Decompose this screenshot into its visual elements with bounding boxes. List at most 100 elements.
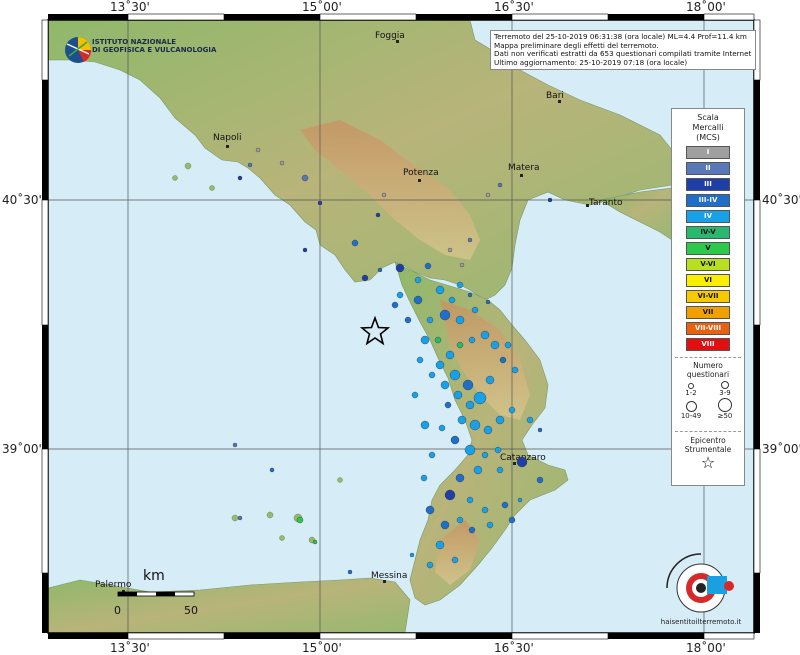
questionnaire-point bbox=[237, 515, 243, 521]
city-taranto: Taranto bbox=[588, 198, 623, 208]
questionnaire-point bbox=[464, 444, 476, 456]
questionnaire-point bbox=[496, 466, 504, 474]
scale-bar bbox=[117, 591, 195, 597]
size-1-2: 1-2 bbox=[674, 383, 708, 397]
questionari-sizes: 1-2 3-9 10-49 ≥50 bbox=[672, 379, 744, 425]
questionnaire-point bbox=[391, 301, 399, 309]
right-label-4030: 40˚30' bbox=[762, 192, 800, 207]
questionnaire-point bbox=[426, 316, 434, 324]
questionnaire-point bbox=[449, 369, 461, 381]
questionnaire-point bbox=[435, 540, 445, 550]
questionnaire-point bbox=[480, 330, 490, 340]
questionnaire-point bbox=[237, 175, 243, 181]
questionnaire-point bbox=[497, 182, 503, 188]
size-1-2-label: 1-2 bbox=[685, 389, 697, 397]
questionnaire-point bbox=[425, 505, 435, 515]
questionnaire-point bbox=[490, 340, 500, 350]
questionnaire-point bbox=[416, 356, 424, 364]
event-info-box: Terremoto del 25-10-2019 06:31:38 (ora l… bbox=[490, 30, 756, 71]
bottom-label-1500: 15˚00' bbox=[302, 640, 342, 655]
questionari-title-line2: questionari bbox=[686, 370, 730, 379]
epicentro-title: Epicentro Strumentale bbox=[672, 436, 744, 454]
questionnaire-point bbox=[467, 237, 473, 243]
questionnaire-point bbox=[456, 516, 464, 524]
questionnaire-point bbox=[409, 552, 415, 558]
questionnaire-point bbox=[428, 451, 436, 459]
ingv-name-line1: ISTITUTO NAZIONALE bbox=[92, 38, 177, 46]
questionnaire-point bbox=[465, 400, 475, 410]
questionnaire-point bbox=[447, 247, 453, 253]
questionnaire-point bbox=[438, 424, 446, 432]
questionnaire-point bbox=[424, 262, 432, 270]
legend-title-line1: Scala bbox=[697, 113, 719, 122]
mcs-level-11: VII-VIII bbox=[686, 322, 730, 335]
questionari-title-line1: Numero bbox=[693, 361, 723, 370]
questionnaire-point bbox=[448, 296, 456, 304]
scale-start: 0 bbox=[114, 604, 121, 617]
mcs-level-7: V-VI bbox=[686, 258, 730, 271]
event-info-line3: Dati non verificati estratti da 653 ques… bbox=[494, 50, 752, 59]
questionnaire-point bbox=[428, 371, 436, 379]
questionnaire-point bbox=[347, 569, 353, 575]
legend-panel: Scala Mercalli (MCS) I II III III-IV IV IV-V V… bbox=[671, 108, 745, 486]
questionnaire-point bbox=[255, 147, 261, 153]
legend-title-line2: Mercalli bbox=[692, 123, 724, 132]
questionnaire-point bbox=[426, 561, 434, 569]
questionnaire-point bbox=[247, 162, 253, 168]
questionnaire-point bbox=[444, 401, 452, 409]
city-potenza: Potenza bbox=[403, 168, 439, 178]
haisentito-logo[interactable]: haisentitoilterremoto.it bbox=[655, 548, 747, 628]
questionnaire-point bbox=[473, 391, 487, 405]
mcs-level-9: VI-VII bbox=[686, 290, 730, 303]
questionnaire-point bbox=[279, 160, 285, 166]
mcs-level-0: I bbox=[686, 146, 730, 159]
mcs-level-12: VIII bbox=[686, 338, 730, 351]
legend-title-line3: (MCS) bbox=[696, 133, 720, 142]
questionnaire-point bbox=[537, 427, 543, 433]
left-label-3900: 39˚00' bbox=[2, 441, 42, 456]
questionnaire-point bbox=[455, 473, 465, 483]
size-50-label: ≥50 bbox=[717, 412, 733, 420]
questionnaire-point bbox=[435, 285, 445, 295]
questionnaire-point bbox=[445, 350, 455, 360]
questionnaire-point bbox=[501, 501, 509, 509]
size-3-9-label: 3-9 bbox=[719, 389, 731, 397]
questionnaire-point bbox=[420, 474, 428, 482]
questionnaire-point bbox=[468, 336, 476, 344]
questionnaire-point bbox=[375, 212, 381, 218]
questionnaire-point bbox=[483, 425, 493, 435]
questionnaire-point bbox=[444, 489, 456, 501]
questionnaire-point bbox=[301, 174, 309, 182]
questionnaire-point bbox=[413, 295, 423, 305]
questionnaire-point bbox=[457, 415, 467, 425]
questionnaire-point bbox=[434, 336, 442, 344]
questionnaire-point bbox=[536, 476, 544, 484]
questionnaire-point bbox=[232, 442, 238, 448]
mcs-level-5: IV-V bbox=[686, 226, 730, 239]
questionnaire-point bbox=[440, 520, 450, 530]
questionnaire-point bbox=[302, 247, 308, 253]
questionnaire-point bbox=[312, 539, 318, 545]
mcs-level-3: III-IV bbox=[686, 194, 730, 207]
mcs-level-4: IV bbox=[686, 210, 730, 223]
mcs-level-10: VII bbox=[686, 306, 730, 319]
questionnaire-point bbox=[456, 341, 464, 349]
questionnaire-point bbox=[439, 309, 451, 321]
questionnaire-point bbox=[420, 420, 430, 430]
size-50: ≥50 bbox=[708, 398, 742, 420]
event-info-line1: Terremoto del 25-10-2019 06:31:38 (ora l… bbox=[494, 33, 747, 41]
questionnaire-point bbox=[504, 341, 512, 349]
ingv-globe-icon bbox=[65, 37, 92, 63]
questionnaire-point bbox=[381, 192, 387, 198]
questionnaire-point bbox=[296, 516, 304, 524]
top-label-1330: 13˚30' bbox=[110, 0, 150, 14]
size-50-circle bbox=[718, 398, 732, 412]
questionari-title: Numero questionari bbox=[672, 361, 744, 379]
event-info-line4: Ultimo aggiornamento: 25-10-2019 07:18 (… bbox=[494, 58, 688, 67]
top-label-1800: 18˚00' bbox=[686, 0, 726, 14]
questionnaire-point bbox=[455, 315, 465, 325]
questionnaire-point bbox=[485, 375, 495, 385]
questionnaire-point bbox=[469, 419, 481, 431]
size-3-9-circle bbox=[721, 381, 729, 389]
questionnaire-point bbox=[396, 291, 404, 299]
